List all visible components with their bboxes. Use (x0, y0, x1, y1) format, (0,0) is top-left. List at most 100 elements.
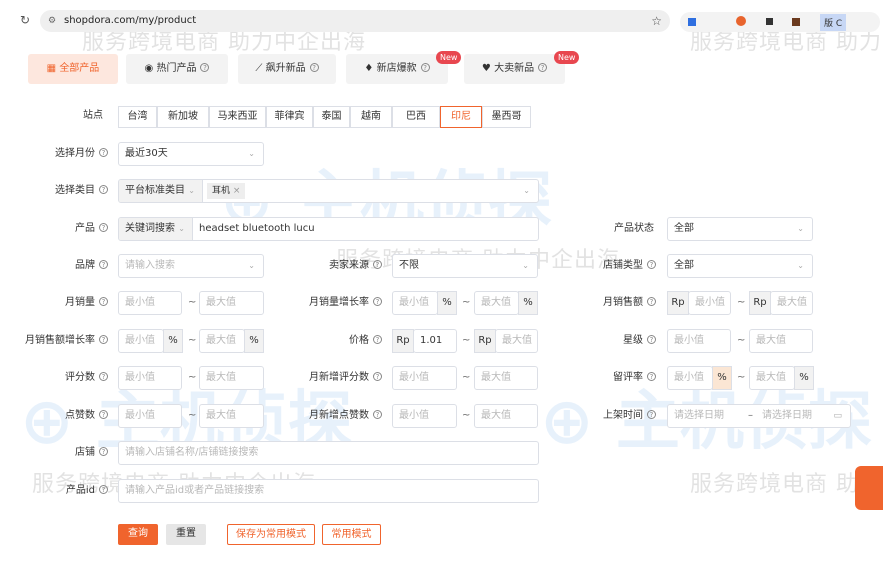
help-icon[interactable]: ? (99, 185, 108, 194)
product-search[interactable]: 关键词搜索 ⌄ headset bluetooth lucu (118, 217, 539, 241)
currency-addon: Rp (474, 329, 496, 353)
percent-addon: % (712, 366, 732, 390)
month-label: 选择月份? (0, 142, 108, 166)
query-button[interactable]: 查询 (118, 524, 158, 545)
tab-new-shop-hits[interactable]: ♦ 新店爆款? (346, 54, 448, 84)
calendar-icon[interactable]: ▭ (833, 405, 842, 427)
help-icon[interactable]: ? (99, 148, 108, 157)
help-icon[interactable]: ? (647, 410, 656, 419)
extension-icon[interactable] (766, 18, 773, 25)
end-date-input[interactable]: 请选择日期 (762, 405, 812, 427)
reset-button[interactable]: 重置 (166, 524, 206, 545)
station-option-selected[interactable]: 印尼 (440, 106, 482, 128)
help-icon[interactable]: ? (647, 335, 656, 344)
help-icon[interactable]: ? (373, 410, 382, 419)
station-option[interactable]: 越南 (350, 106, 392, 128)
review-rate-min[interactable]: 最小值 (667, 366, 713, 390)
address-bar[interactable]: ⚙ shopdora.com/my/product ☆ (40, 10, 670, 32)
station-option[interactable]: 台湾 (118, 106, 157, 128)
common-mode-button[interactable]: 常用模式 (322, 524, 381, 545)
review-rate-max[interactable]: 最大值 (749, 366, 795, 390)
listed-date-range[interactable]: 请选择日期 – 请选择日期 ▭ (667, 404, 851, 428)
help-icon[interactable]: ? (200, 63, 210, 72)
start-date-input[interactable]: 请选择日期 (674, 410, 724, 421)
help-icon[interactable]: ? (99, 447, 108, 456)
monthly-sales-label: 月销量? (0, 291, 108, 315)
ratings-max[interactable]: 最大值 (199, 366, 264, 390)
monthly-sales-max[interactable]: 最大值 (199, 291, 264, 315)
stars-max[interactable]: 最大值 (749, 329, 813, 353)
station-option[interactable]: 菲律宾 (266, 106, 313, 128)
tab-bestselling-new[interactable]: ♥ 大卖新品? (464, 54, 565, 84)
new-ratings-min[interactable]: 最小值 (392, 366, 457, 390)
revenue-growth-label: 月销售额增长率? (0, 329, 108, 353)
revenue-growth-max[interactable]: 最大值 (199, 329, 245, 353)
new-likes-max[interactable]: 最大值 (474, 404, 538, 428)
help-icon[interactable]: ? (99, 485, 108, 494)
help-icon[interactable]: ? (99, 335, 108, 344)
extension-icon[interactable] (688, 18, 696, 26)
sales-growth-max[interactable]: 最大值 (474, 291, 519, 315)
likes-min[interactable]: 最小值 (118, 404, 182, 428)
stars-min[interactable]: 最小值 (667, 329, 731, 353)
help-icon[interactable]: ? (373, 335, 382, 344)
new-likes-min[interactable]: 最小值 (392, 404, 457, 428)
seller-source-select[interactable]: 不限 ⌄ (392, 254, 538, 278)
help-icon[interactable]: ? (99, 297, 108, 306)
new-ratings-max[interactable]: 最大值 (474, 366, 538, 390)
station-option[interactable]: 新加坡 (157, 106, 209, 128)
monthly-sales-min[interactable]: 最小值 (118, 291, 182, 315)
station-option[interactable]: 马来西亚 (209, 106, 266, 128)
shop-type-select[interactable]: 全部 ⌄ (667, 254, 813, 278)
help-icon[interactable]: ? (647, 372, 656, 381)
shop-input[interactable]: 请输入店铺名称/店铺链接搜索 (118, 441, 539, 465)
help-icon[interactable]: ? (647, 297, 656, 306)
tab-rising-products[interactable]: ⟋ 飙升新品? (238, 54, 336, 84)
help-icon[interactable]: ? (647, 260, 656, 269)
tab-hot-products[interactable]: ◉ 热门产品? (126, 54, 228, 84)
category-select[interactable]: 平台标准类目 ⌄ 耳机 × ⌄ (118, 179, 539, 203)
likes-max[interactable]: 最大值 (199, 404, 264, 428)
help-icon[interactable]: ? (99, 372, 108, 381)
site-settings-icon[interactable]: ⚙ (48, 10, 56, 32)
brand-select[interactable]: 请输入搜索 ⌄ (118, 254, 264, 278)
month-select[interactable]: 最近30天 ⌄ (118, 142, 264, 166)
help-icon[interactable]: ? (373, 260, 382, 269)
sales-growth-min[interactable]: 最小值 (392, 291, 438, 315)
station-option[interactable]: 墨西哥 (482, 106, 531, 128)
help-icon[interactable]: ? (99, 410, 108, 419)
revenue-growth-min[interactable]: 最小值 (118, 329, 164, 353)
monthly-revenue-min[interactable]: 最小值 (688, 291, 731, 315)
product-status-select[interactable]: 全部 ⌄ (667, 217, 813, 241)
new-ratings-label: 月新增评分数? (280, 366, 382, 390)
side-float-button[interactable] (855, 466, 883, 510)
help-icon[interactable]: ? (309, 63, 319, 72)
help-icon[interactable]: ? (373, 297, 382, 306)
station-option[interactable]: 巴西 (392, 106, 440, 128)
help-icon[interactable]: ? (420, 63, 430, 72)
help-icon[interactable]: ? (538, 63, 548, 72)
reload-icon[interactable]: ↻ (20, 13, 30, 27)
help-icon[interactable]: ? (373, 372, 382, 381)
product-keyword-input[interactable]: headset bluetooth lucu (199, 218, 315, 240)
help-icon[interactable]: ? (99, 260, 108, 269)
station-option[interactable]: 泰国 (313, 106, 350, 128)
search-mode-select[interactable]: 关键词搜索 ⌄ (119, 218, 193, 240)
chevron-down-icon: ⌄ (797, 261, 804, 270)
product-id-input[interactable]: 请输入产品id或者产品链接搜索 (118, 479, 539, 503)
extension-icon[interactable] (736, 16, 746, 26)
ratings-min[interactable]: 最小值 (118, 366, 182, 390)
extension-label[interactable]: 版 C (820, 14, 847, 31)
bookmark-star-icon[interactable]: ☆ (651, 10, 662, 32)
tab-all-products[interactable]: ▦ 全部产品 (28, 54, 118, 84)
price-min[interactable]: 1.01 (413, 329, 457, 353)
help-icon[interactable]: ? (99, 223, 108, 232)
range-separator: ~ (462, 335, 471, 346)
extension-icon[interactable] (792, 18, 800, 26)
save-common-mode-button[interactable]: 保存为常用模式 (227, 524, 315, 545)
tag-close-icon[interactable]: × (233, 186, 241, 196)
monthly-revenue-max[interactable]: 最大值 (770, 291, 813, 315)
chevron-down-icon: ⌄ (188, 186, 195, 195)
category-type-select[interactable]: 平台标准类目 ⌄ (119, 180, 203, 202)
price-max[interactable]: 最大值 (495, 329, 538, 353)
